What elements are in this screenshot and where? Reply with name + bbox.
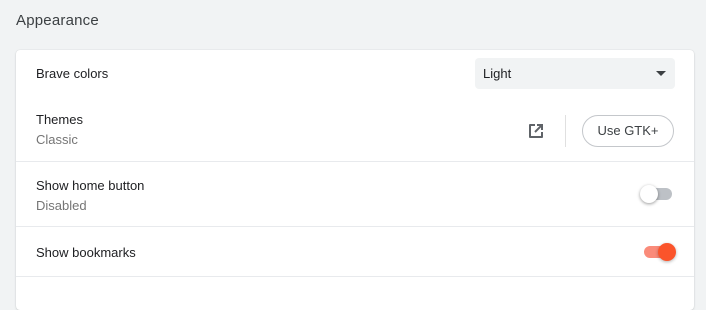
brave-colors-selected-value: Light — [483, 66, 512, 81]
toggle-knob — [658, 243, 676, 261]
chevron-down-icon — [656, 71, 666, 76]
toggle-knob — [640, 185, 658, 203]
home-button-label: Show home button — [36, 178, 145, 193]
themes-sublabel: Classic — [36, 132, 78, 147]
brave-colors-row: Brave colors Light — [16, 50, 694, 97]
bookmarks-toggle[interactable] — [642, 242, 676, 262]
bookmarks-label: Show bookmarks — [36, 245, 136, 260]
bookmarks-row: Show bookmarks — [16, 227, 694, 277]
themes-label: Themes — [36, 112, 83, 127]
home-button-row: Show home button Disabled — [16, 162, 694, 227]
section-title: Appearance — [16, 12, 99, 29]
use-gtk-button[interactable]: Use GTK+ — [582, 115, 674, 147]
brave-colors-select[interactable]: Light — [475, 58, 675, 89]
home-button-sublabel: Disabled — [36, 198, 87, 213]
home-button-toggle[interactable] — [640, 184, 674, 204]
open-in-new-icon[interactable] — [526, 121, 546, 141]
brave-colors-label: Brave colors — [36, 66, 109, 81]
appearance-card: Brave colors Light Themes Classic Use GT… — [16, 50, 694, 310]
vertical-separator — [565, 115, 566, 147]
